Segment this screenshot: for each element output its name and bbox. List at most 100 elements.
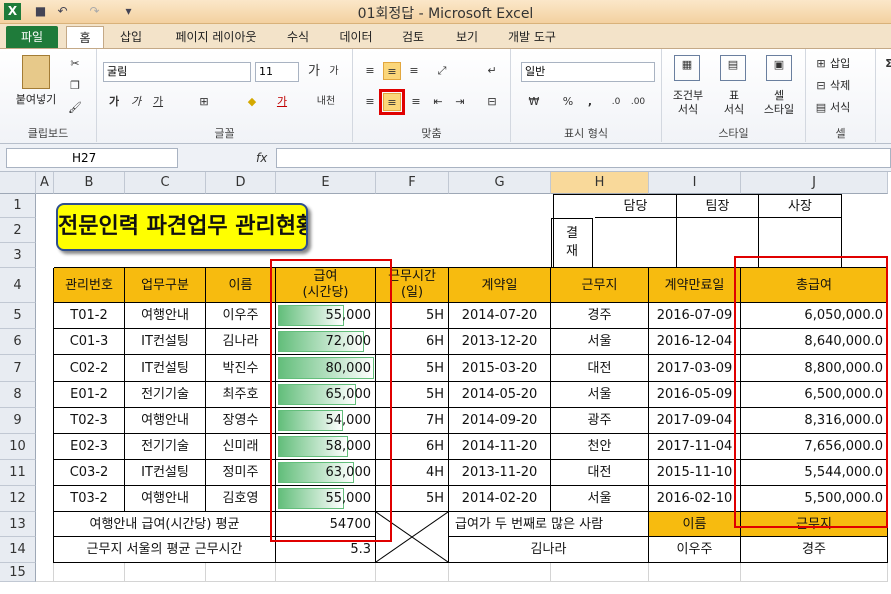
table-row-6-col-3[interactable]: 58,000	[276, 434, 376, 460]
empty-cell-r15-7[interactable]	[551, 563, 649, 582]
number-format-combo[interactable]: 일반	[521, 62, 655, 82]
tab-file[interactable]: 파일	[6, 26, 58, 48]
approval-role-1[interactable]: 팀장	[677, 194, 759, 218]
table-row-6-col-7[interactable]: 2017-11-04	[649, 434, 741, 460]
column-header-d[interactable]: D	[206, 172, 276, 194]
column-header-b[interactable]: B	[54, 172, 125, 194]
cut-icon[interactable]: ✂	[66, 55, 84, 73]
empty-cell-r15-9[interactable]	[741, 563, 888, 582]
delete-cells-button[interactable]: 삭제	[830, 79, 866, 93]
table-row-4-col-6[interactable]: 서울	[551, 382, 649, 408]
approval-role-2[interactable]: 사장	[759, 194, 842, 218]
border-icon[interactable]: ⊞	[195, 93, 213, 111]
tab-developer[interactable]: 개발 도구	[498, 26, 566, 48]
table-row-1-col-3[interactable]: 55,000	[276, 303, 376, 329]
table-row-7-col-1[interactable]: IT컨설팅	[125, 460, 206, 486]
row-header-7[interactable]: 7	[0, 355, 36, 382]
table-row-6-col-0[interactable]: E02-3	[54, 434, 125, 460]
orientation-icon[interactable]: ⤢	[433, 62, 451, 80]
table-row-8-col-6[interactable]: 서울	[551, 486, 649, 512]
header-cell-2[interactable]: 이름	[206, 268, 276, 303]
font-color-icon[interactable]: 가	[273, 93, 291, 111]
tab-formulas[interactable]: 수식	[276, 26, 320, 48]
table-row-8-col-1[interactable]: 여행안내	[125, 486, 206, 512]
column-header-h[interactable]: H	[551, 172, 649, 194]
query-name[interactable]: 이우주	[649, 537, 741, 563]
column-header-c[interactable]: C	[125, 172, 206, 194]
table-row-2-col-5[interactable]: 2013-12-20	[449, 329, 551, 355]
row-header-9[interactable]: 9	[0, 408, 36, 434]
underline-button[interactable]: 가	[149, 93, 167, 111]
table-row-7-col-5[interactable]: 2013-11-20	[449, 460, 551, 486]
wrap-text-icon[interactable]: ↵	[483, 62, 501, 80]
tab-data[interactable]: 데이터	[330, 26, 382, 48]
table-row-8-col-0[interactable]: T03-2	[54, 486, 125, 512]
header-cell-0[interactable]: 관리번호	[54, 268, 125, 303]
tab-review[interactable]: 검토	[390, 26, 436, 48]
formula-input[interactable]	[276, 148, 891, 168]
row-header-12[interactable]: 12	[0, 486, 36, 512]
bold-button[interactable]: 가	[105, 93, 123, 111]
conditional-format-icon[interactable]: ▦	[674, 55, 700, 81]
table-row-2-col-2[interactable]: 김나라	[206, 329, 276, 355]
align-right-icon[interactable]: ≡	[407, 93, 425, 111]
table-row-5-col-3[interactable]: 54,000	[276, 408, 376, 434]
empty-cell-r15-2[interactable]	[125, 563, 206, 582]
font-name-combo[interactable]: 굴림	[103, 62, 251, 82]
table-row-4-col-0[interactable]: E01-2	[54, 382, 125, 408]
empty-cell-r15-3[interactable]	[206, 563, 276, 582]
header-cell-6[interactable]: 근무지	[551, 268, 649, 303]
sheet-title[interactable]: 전문인력 파견업무 관리현황	[56, 203, 308, 251]
format-table-button[interactable]: 표 서식	[712, 89, 756, 117]
format-painter-icon[interactable]: 🖌	[66, 99, 84, 117]
table-row-5-col-2[interactable]: 장영수	[206, 408, 276, 434]
insert-cells-icon[interactable]: ⊞	[812, 55, 830, 73]
table-row-1-col-0[interactable]: T01-2	[54, 303, 125, 329]
table-row-2-col-7[interactable]: 2016-12-04	[649, 329, 741, 355]
table-row-6-col-6[interactable]: 천안	[551, 434, 649, 460]
column-header-e[interactable]: E	[276, 172, 376, 194]
table-row-1-col-6[interactable]: 경주	[551, 303, 649, 329]
table-row-2-col-1[interactable]: IT컨설팅	[125, 329, 206, 355]
table-row-5-col-5[interactable]: 2014-09-20	[449, 408, 551, 434]
table-row-1-col-7[interactable]: 2016-07-09	[649, 303, 741, 329]
table-row-7-col-7[interactable]: 2015-11-10	[649, 460, 741, 486]
align-middle-icon[interactable]: ≡	[383, 62, 401, 80]
paste-button[interactable]: 붙여넣기	[4, 93, 68, 107]
table-row-8-col-7[interactable]: 2016-02-10	[649, 486, 741, 512]
column-header-j[interactable]: J	[741, 172, 888, 194]
phonetic-button[interactable]: 내천	[311, 93, 341, 111]
header-cell-5[interactable]: 계약일	[449, 268, 551, 303]
row-header-1[interactable]: 1	[0, 194, 36, 218]
format-cells-icon[interactable]: ▤	[812, 99, 830, 117]
copy-icon[interactable]: ❐	[66, 77, 84, 95]
table-row-4-col-2[interactable]: 최주호	[206, 382, 276, 408]
column-header-a[interactable]: A	[36, 172, 54, 194]
table-row-7-col-2[interactable]: 정미주	[206, 460, 276, 486]
decrease-decimal-icon[interactable]: .00	[629, 93, 647, 111]
table-row-1-col-5[interactable]: 2014-07-20	[449, 303, 551, 329]
empty-cell-r15-4[interactable]	[276, 563, 376, 582]
column-header-g[interactable]: G	[449, 172, 551, 194]
row-header-6[interactable]: 6	[0, 329, 36, 355]
table-row-3-col-6[interactable]: 대전	[551, 355, 649, 382]
table-row-2-col-6[interactable]: 서울	[551, 329, 649, 355]
italic-button[interactable]: 가	[127, 93, 145, 111]
table-row-7-col-3[interactable]: 63,000	[276, 460, 376, 486]
shrink-font-button[interactable]: 가	[325, 63, 343, 81]
table-row-3-col-7[interactable]: 2017-03-09	[649, 355, 741, 382]
align-center-icon[interactable]: ≡	[379, 89, 405, 115]
row-header-3[interactable]: 3	[0, 243, 36, 268]
summary-label-r14[interactable]: 근무지 서울의 평균 근무시간	[54, 537, 276, 563]
merge-center-icon[interactable]: ⊟	[483, 93, 501, 111]
tab-home[interactable]: 홈	[66, 26, 104, 48]
empty-cell-r15-5[interactable]	[376, 563, 449, 582]
table-row-3-col-2[interactable]: 박진수	[206, 355, 276, 382]
row-header-15[interactable]: 15	[0, 563, 36, 582]
name-box[interactable]: H27	[6, 148, 178, 168]
table-row-4-col-1[interactable]: 전기기술	[125, 382, 206, 408]
paste-icon[interactable]	[22, 55, 50, 89]
empty-cell-r15-1[interactable]	[54, 563, 125, 582]
increase-decimal-icon[interactable]: .0	[607, 93, 625, 111]
decrease-indent-icon[interactable]: ⇤	[429, 93, 447, 111]
